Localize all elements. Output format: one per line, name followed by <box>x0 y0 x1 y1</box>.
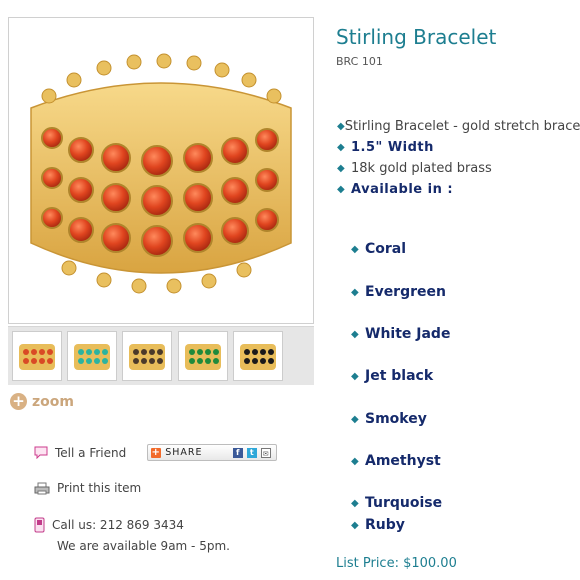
thumbnail-evergreen[interactable] <box>178 331 228 381</box>
email-icon: ✉ <box>261 447 272 458</box>
zoom-label: zoom <box>32 393 74 410</box>
detail-text: 1.5" Width <box>351 140 434 155</box>
color-option-label: Turquoise <box>365 495 443 511</box>
hours-text: We are available 9am - 5pm. <box>57 539 230 553</box>
call-text: Call us: 212 869 3434 <box>52 518 184 532</box>
thumbnail-strip <box>8 326 314 385</box>
color-option-smokey[interactable]: ◆ Smokey <box>351 411 427 427</box>
color-option-label: Coral <box>365 241 407 257</box>
thumbnail-smokey[interactable] <box>122 331 172 381</box>
diamond-bullet-icon: ◆ <box>351 455 359 467</box>
detail-item: ◆ 18k gold plated brass <box>337 158 580 179</box>
diamond-bullet-icon: ◆ <box>337 121 345 132</box>
facebook-icon: f <box>233 447 244 458</box>
bracelet-image <box>30 53 292 294</box>
diamond-bullet-icon: ◆ <box>337 163 345 174</box>
color-option-label: Ruby <box>365 517 405 533</box>
color-option-jet-black[interactable]: ◆ Jet black <box>351 368 433 384</box>
diamond-bullet-icon: ◆ <box>351 370 359 382</box>
twitter-icon: t <box>247 447 258 458</box>
thumbnail-jet-black[interactable] <box>233 331 283 381</box>
plus-icon: + <box>10 393 27 410</box>
diamond-bullet-icon: ◆ <box>351 519 359 531</box>
detail-item: ◆ Available in : <box>337 179 580 200</box>
product-main-image[interactable] <box>8 17 314 324</box>
color-option-label: Evergreen <box>365 284 446 300</box>
speech-bubble-icon <box>34 446 48 459</box>
hours-row: We are available 9am - 5pm. <box>57 539 230 553</box>
diamond-bullet-icon: ◆ <box>351 328 359 340</box>
detail-item: ◆ Stirling Bracelet - gold stretch brace… <box>337 116 580 137</box>
product-title: Stirling Bracelet <box>336 25 497 49</box>
diamond-bullet-icon: ◆ <box>337 184 345 195</box>
color-option-coral[interactable]: ◆ Coral <box>351 241 406 257</box>
diamond-bullet-icon: ◆ <box>351 243 359 255</box>
tell-friend-link[interactable]: Tell a Friend <box>55 446 126 460</box>
color-option-turquoise[interactable]: ◆ Turquoise <box>351 495 442 511</box>
detail-item: ◆ 1.5" Width <box>337 137 580 158</box>
color-option-label: Smokey <box>365 411 427 427</box>
color-option-ruby[interactable]: ◆ Ruby <box>351 517 405 533</box>
color-option-label: Amethyst <box>365 453 441 469</box>
share-plus-icon: + <box>151 446 162 458</box>
share-label: SHARE <box>165 447 203 458</box>
diamond-bullet-icon: ◆ <box>351 497 359 509</box>
product-sku: BRC 101 <box>336 55 383 68</box>
tell-friend-row: Tell a Friend + SHARE f t ✉ <box>34 444 278 461</box>
diamond-bullet-icon: ◆ <box>351 286 359 298</box>
diamond-bullet-icon: ◆ <box>337 142 345 153</box>
detail-text: 18k gold plated brass <box>351 161 492 176</box>
product-details: ◆ Stirling Bracelet - gold stretch brace… <box>337 116 580 200</box>
diamond-bullet-icon: ◆ <box>351 413 359 425</box>
share-button[interactable]: + SHARE f t ✉ <box>147 444 278 461</box>
call-row: Call us: 212 869 3434 <box>34 517 184 533</box>
phone-icon <box>34 517 45 533</box>
color-option-label: White Jade <box>365 326 451 342</box>
color-option-label: Jet black <box>365 368 434 384</box>
color-option-evergreen[interactable]: ◆ Evergreen <box>351 284 446 300</box>
detail-text: Stirling Bracelet - gold stretch bracele… <box>344 119 580 134</box>
thumbnail-turquoise[interactable] <box>67 331 117 381</box>
color-option-amethyst[interactable]: ◆ Amethyst <box>351 453 441 469</box>
list-price: List Price: $100.00 <box>336 556 457 571</box>
thumbnail-coral[interactable] <box>12 331 62 381</box>
print-row: Print this item <box>34 481 141 495</box>
color-option-white-jade[interactable]: ◆ White Jade <box>351 326 450 342</box>
printer-icon <box>34 482 50 494</box>
detail-text: Available in : <box>351 182 454 197</box>
print-link[interactable]: Print this item <box>57 481 141 495</box>
zoom-button[interactable]: + zoom <box>10 393 74 410</box>
